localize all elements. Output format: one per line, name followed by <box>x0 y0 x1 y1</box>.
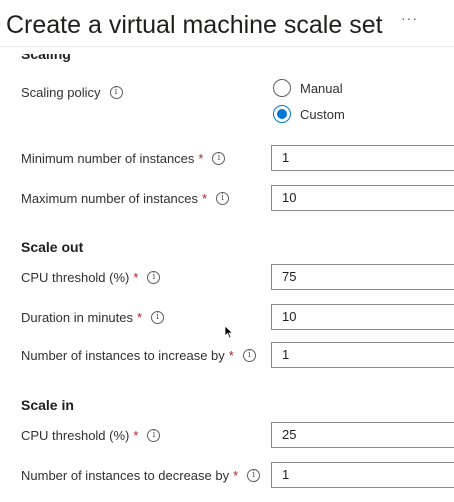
info-icon[interactable]: i <box>247 468 261 482</box>
duration-label: Duration in minutes * i <box>21 308 165 326</box>
scale-out-cpu-label: CPU threshold (%) * i <box>21 268 161 286</box>
increase-by-input[interactable]: 1 <box>271 342 454 368</box>
page-title: Create a virtual machine scale set <box>6 11 383 39</box>
header-divider <box>0 46 454 47</box>
info-icon[interactable]: i <box>216 191 230 205</box>
scaling-policy-label: Scaling policy i <box>21 83 123 101</box>
info-icon[interactable]: i <box>109 85 123 99</box>
section-heading-scale-in: Scale in <box>21 397 74 413</box>
decrease-by-input[interactable]: 1 <box>271 462 454 488</box>
max-instances-label: Maximum number of instances * i <box>21 189 230 207</box>
min-instances-label: Minimum number of instances * i <box>21 149 226 167</box>
radio-manual[interactable]: Manual <box>273 79 343 97</box>
mouse-cursor-icon <box>224 325 234 339</box>
max-instances-input[interactable]: 10 <box>271 185 454 211</box>
info-icon[interactable]: i <box>151 310 165 324</box>
radio-custom-label: Custom <box>300 106 345 122</box>
section-heading-scale-out: Scale out <box>21 239 84 255</box>
required-marker: * <box>202 190 208 206</box>
duration-input[interactable]: 10 <box>271 304 454 330</box>
required-marker: * <box>228 347 234 363</box>
scale-in-cpu-input[interactable]: 25 <box>271 422 454 448</box>
radio-manual-button[interactable] <box>273 79 291 97</box>
more-options-icon[interactable]: ··· <box>401 10 418 26</box>
info-icon[interactable]: i <box>147 270 161 284</box>
increase-by-label: Number of instances to increase by * i <box>21 346 256 364</box>
required-marker: * <box>198 150 204 166</box>
scale-in-cpu-label: CPU threshold (%) * i <box>21 426 161 444</box>
required-marker: * <box>133 427 139 443</box>
info-icon[interactable]: i <box>242 348 256 362</box>
info-icon[interactable]: i <box>212 151 226 165</box>
radio-custom-button[interactable] <box>273 105 291 123</box>
required-marker: * <box>137 309 143 325</box>
decrease-by-label: Number of instances to decrease by * i <box>21 466 261 484</box>
radio-manual-label: Manual <box>300 80 343 96</box>
radio-custom[interactable]: Custom <box>273 105 345 123</box>
required-marker: * <box>133 269 139 285</box>
min-instances-input[interactable]: 1 <box>271 145 454 171</box>
required-marker: * <box>233 467 239 483</box>
section-heading-scaling: Scaling <box>21 54 71 62</box>
info-icon[interactable]: i <box>147 428 161 442</box>
scale-out-cpu-input[interactable]: 75 <box>271 264 454 290</box>
